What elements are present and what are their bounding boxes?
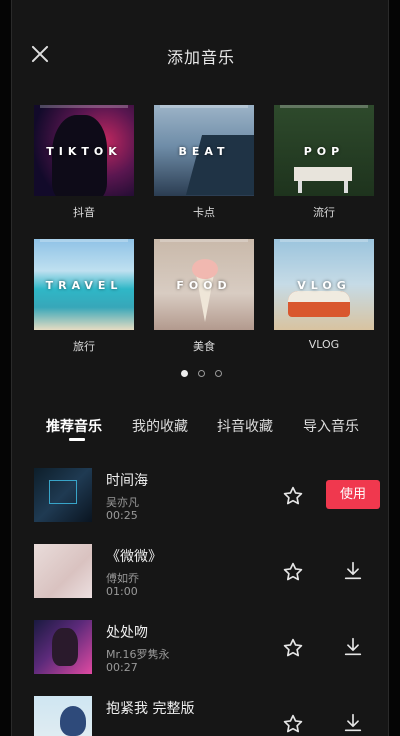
page-dot[interactable] xyxy=(214,370,222,377)
cover-text: POP xyxy=(303,145,345,158)
cover-text: FOOD xyxy=(176,279,232,292)
category-label: 卡点 xyxy=(193,206,215,219)
song-artist: Mr.16罗隽永 xyxy=(106,648,170,661)
category-travel[interactable]: TRAVEL 旅行 xyxy=(34,239,134,354)
category-cover[interactable]: POP xyxy=(274,105,374,196)
song-name: 抱紧我 完整版 xyxy=(106,701,195,717)
tab-my-favorites[interactable]: 我的收藏 xyxy=(132,416,188,436)
category-food[interactable]: FOOD 美食 xyxy=(154,239,254,354)
category-label: 旅行 xyxy=(73,340,95,353)
song-duration: 00:27 xyxy=(106,661,138,674)
song-cover xyxy=(34,468,92,522)
song-name: 《微微》 xyxy=(106,549,162,565)
category-cover[interactable]: FOOD xyxy=(154,239,254,330)
song-duration: 00:25 xyxy=(106,509,138,522)
star-outline-icon[interactable] xyxy=(282,637,304,659)
category-cover[interactable]: TIKTOK xyxy=(34,105,134,196)
cover-text: TRAVEL xyxy=(45,279,123,292)
category-cover[interactable]: VLOG xyxy=(274,239,374,330)
song-cover xyxy=(34,696,92,736)
category-label: 流行 xyxy=(313,206,335,219)
song-row[interactable]: 抱紧我 完整版 xyxy=(12,696,388,736)
tab-recommended[interactable]: 推荐音乐 xyxy=(46,416,102,436)
song-cover xyxy=(34,620,92,674)
tab-import-music[interactable]: 导入音乐 xyxy=(303,416,359,436)
cover-text: TIKTOK xyxy=(46,145,122,158)
song-artist: 吴亦凡 xyxy=(106,496,139,509)
page-dot[interactable] xyxy=(197,370,205,377)
active-tab-indicator xyxy=(69,438,85,441)
download-icon[interactable] xyxy=(342,636,364,658)
category-label: 美食 xyxy=(193,340,215,353)
music-picker-screen: 添加音乐 TIKTOK 抖音 BEAT 卡点 POP 流行 TRAVEL 旅行 … xyxy=(11,0,389,736)
category-label: VLOG xyxy=(308,338,340,351)
song-duration: 01:00 xyxy=(106,585,138,598)
tab-douyin-favorites[interactable]: 抖音收藏 xyxy=(217,416,273,436)
download-icon[interactable] xyxy=(342,712,364,734)
category-vlog[interactable]: VLOG VLOG xyxy=(274,239,374,351)
song-row[interactable]: 时间海 吴亦凡 00:25 使用 xyxy=(12,468,388,524)
cover-text: VLOG xyxy=(297,279,351,292)
category-cover[interactable]: TRAVEL xyxy=(34,239,134,330)
music-tabs: 推荐音乐 我的收藏 抖音收藏 导入音乐 xyxy=(12,416,388,446)
song-cover xyxy=(34,544,92,598)
category-pop[interactable]: POP 流行 xyxy=(274,105,374,220)
song-name: 处处吻 xyxy=(106,625,148,641)
cover-text: BEAT xyxy=(178,145,230,158)
category-beat[interactable]: BEAT 卡点 xyxy=(154,105,254,220)
star-outline-icon[interactable] xyxy=(282,561,304,583)
category-label: 抖音 xyxy=(73,206,95,219)
category-cover[interactable]: BEAT xyxy=(154,105,254,196)
page-dot-active[interactable] xyxy=(180,370,188,377)
song-row[interactable]: 处处吻 Mr.16罗隽永 00:27 xyxy=(12,620,388,676)
header: 添加音乐 xyxy=(12,36,388,72)
page-indicator xyxy=(12,370,388,377)
star-outline-icon[interactable] xyxy=(282,485,304,507)
song-row[interactable]: 《微微》 傅如乔 01:00 xyxy=(12,544,388,600)
star-outline-icon[interactable] xyxy=(282,713,304,735)
song-artist: 傅如乔 xyxy=(106,572,139,585)
download-icon[interactable] xyxy=(342,560,364,582)
song-name: 时间海 xyxy=(106,473,148,489)
use-button[interactable]: 使用 xyxy=(326,480,380,509)
category-tiktok[interactable]: TIKTOK 抖音 xyxy=(34,105,134,220)
page-title: 添加音乐 xyxy=(166,48,235,67)
